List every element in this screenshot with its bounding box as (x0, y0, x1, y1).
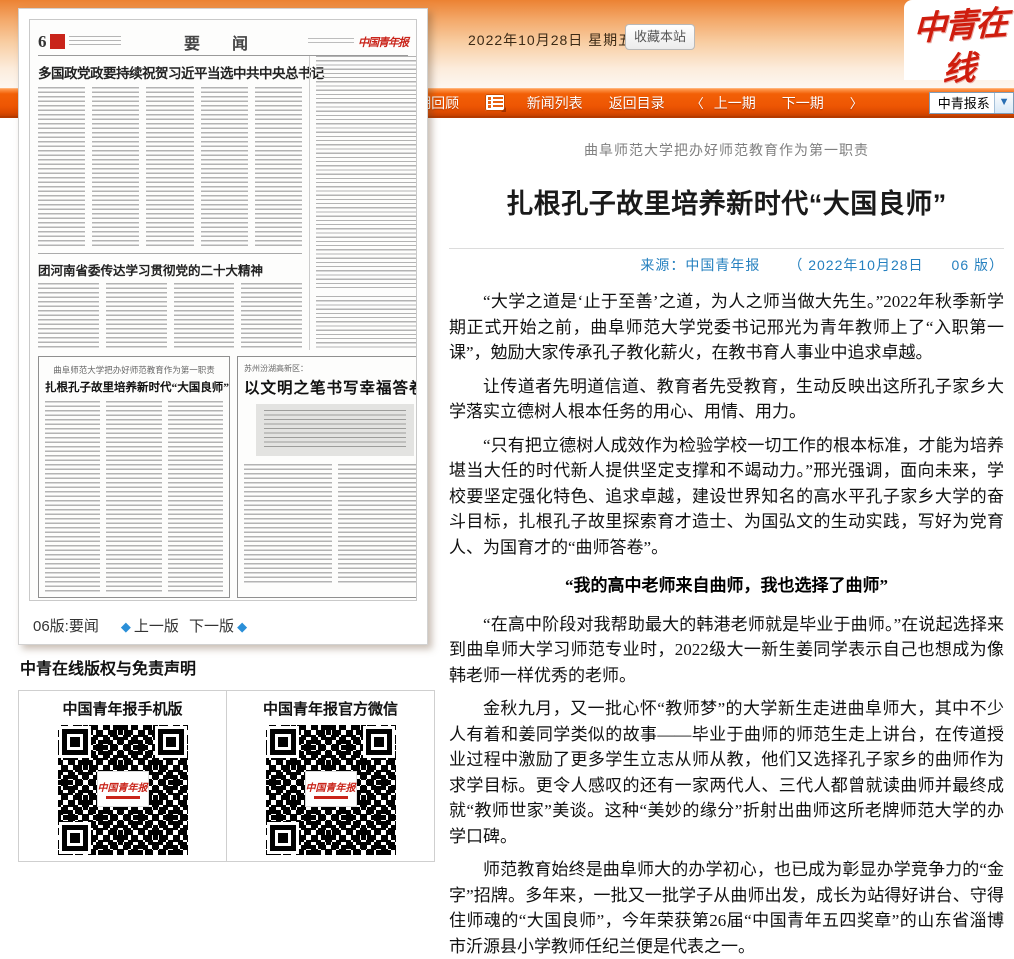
paragraph: 金秋九月，又一批心怀“教师梦”的大学新生走进曲阜师大，其中不少人有着和姜同学类似… (449, 696, 1004, 849)
next-page-link[interactable]: 下一版 (189, 618, 234, 635)
nav-next-issue[interactable]: 下一期 (782, 93, 824, 113)
qr-panel: 中国青年报手机版 中国青年报 中国青年报官方微信 中国青年报 (18, 690, 435, 862)
nav-back-to-contents[interactable]: 返回目录 (609, 93, 665, 113)
source-label: 来源：中国青年报 (640, 257, 760, 273)
article-divider (449, 248, 1004, 249)
qr-marker (270, 825, 296, 851)
nav-prev-issue[interactable]: 上一期 (714, 93, 756, 113)
side-text-lines (316, 296, 417, 350)
boxed-article-2-intro (256, 404, 414, 456)
newspaper-headline-2: 团河南省委传达学习贯彻党的二十大精神 (38, 258, 302, 283)
text-column (338, 464, 417, 584)
text-column (168, 401, 223, 593)
qr-cell-wechat: 中国青年报官方微信 中国青年报 (226, 691, 434, 861)
current-date: 2022年10月28日 星期五 (468, 30, 633, 50)
article-source-line: 来源：中国青年报 （ 2022年10月28日 06 版） (449, 255, 1004, 275)
article-1-columns (38, 87, 302, 247)
page-footer-nav: 06版:要闻◆上一版 下一版◆ (33, 615, 247, 636)
newspaper-preview-panel: 6 要 闻 中国青年报 多国政党政要持续祝贺习近平当选中共中央总书记 (18, 8, 428, 645)
qr-marker (270, 729, 296, 755)
boxed-article-1: 曲阜师范大学把办好师范教育作为第一职责 扎根孔子故里培养新时代“大国良师” (38, 356, 230, 598)
boxed-article-1-kicker: 曲阜师范大学把办好师范教育作为第一职责 (45, 364, 223, 376)
newspaper-headline-1: 多国政党政要持续祝贺习近平当选中共中央总书记 (38, 56, 302, 87)
qr-cell-mobile: 中国青年报手机版 中国青年报 (19, 691, 226, 861)
paragraph: 师范教育始终是曲阜师大的办学初心，也已成为彰显办学竞争力的“金字”招牌。多年来，… (449, 857, 1004, 959)
newspaper-body: 多国政党政要持续祝贺习近平当选中共中央总书记 团河南省委传达学习贯彻党的二十大精… (38, 56, 408, 350)
prev-page-link[interactable]: 上一版 (134, 618, 179, 635)
qr-wechat-title: 中国青年报官方微信 (227, 698, 434, 719)
text-column (255, 87, 302, 247)
prev-issue-icon[interactable]: 〈 (691, 93, 704, 112)
qr-logo-text: 中国青年报 (306, 779, 356, 794)
text-column (106, 283, 167, 349)
issue-page: 06 版） (952, 257, 1004, 273)
next-page-icon[interactable]: ◆ (237, 619, 247, 634)
boxed-article-2-headline: 以文明之笔书写幸福答卷 (244, 376, 417, 398)
qr-code-wechat: 中国青年报 (266, 725, 396, 855)
site-logo[interactable]: 中青在线 www.cyol.com (904, 0, 1014, 80)
chevron-down-icon: ▼ (994, 93, 1013, 113)
article-subhead: “我的高中老师来自曲师，我也选择了曲师” (449, 573, 1004, 599)
article-kicker: 曲阜师范大学把办好师范教育作为第一职责 (449, 140, 1004, 160)
boxed-article-2-kicker: 苏州汾湖高新区： (244, 363, 417, 374)
article-column: 曲阜师范大学把办好师范教育作为第一职责 扎根孔子故里培养新时代“大国良师” 来源… (437, 120, 1014, 906)
newspaper-bottom-boxes: 曲阜师范大学把办好师范教育作为第一职责 扎根孔子故里培养新时代“大国良师” 苏州… (38, 356, 408, 598)
article-title: 扎根孔子故里培养新时代“大国良师” (449, 182, 1004, 221)
article-body: “大学之道是‘止于至善’之道，为人之师当做大先生。”2022年秋季新学期正式开始… (449, 289, 1004, 959)
newspaper-page-image[interactable]: 6 要 闻 中国青年报 多国政党政要持续祝贺习近平当选中共中央总书记 (29, 19, 417, 601)
boxed-article-1-headline: 扎根孔子故里培养新时代“大国良师” (45, 379, 223, 395)
boxed-article-2-columns (244, 464, 417, 584)
qr-logo-underline (106, 796, 140, 799)
text-column (146, 87, 193, 247)
text-column (38, 283, 99, 349)
side-column-top: “中国取得的非凡成就令人钦佩” ——记外国嘉宾参观“奋进新时代”主题成就展 (316, 56, 417, 291)
qr-marker (62, 729, 88, 755)
text-column (106, 401, 161, 593)
issue-list-icon[interactable] (485, 94, 505, 111)
favorite-site-button[interactable]: 收藏本站 (625, 24, 695, 50)
qr-logo-underline (314, 796, 348, 799)
qr-center-logo: 中国青年报 (305, 771, 357, 807)
boxed-article-2: 苏州汾湖高新区： 以文明之笔书写幸福答卷 (237, 356, 417, 598)
qr-center-logo: 中国青年报 (97, 771, 149, 807)
paper-family-select[interactable]: 中青报系 ▼ (929, 92, 1014, 114)
prev-page-icon[interactable]: ◆ (121, 619, 131, 634)
cyol-logo-text: 中青在线 (903, 2, 1014, 96)
nav-news-list[interactable]: 新闻列表 (527, 93, 583, 113)
text-column (45, 401, 100, 593)
copyright-heading: 中青在线版权与免责声明 (20, 655, 196, 679)
paragraph: 让传道者先明道信道、教育者先受教育，生动反映出这所孔子家乡大学落实立德树人根本任… (449, 374, 1004, 425)
text-column (244, 464, 332, 584)
side-text-lines (316, 56, 417, 291)
qr-code-mobile: 中国青年报 (58, 725, 188, 855)
newspaper-side-column: “中国取得的非凡成就令人钦佩” ——记外国嘉宾参观“奋进新时代”主题成就展 (309, 56, 417, 350)
newspaper-section-name: 要 闻 (38, 30, 408, 54)
current-page-label: 06版:要闻 (33, 618, 99, 635)
qr-marker (366, 729, 392, 755)
text-column (201, 87, 248, 247)
text-column (92, 87, 139, 247)
boxed-article-1-columns (45, 401, 223, 593)
paragraph: “在高中阶段对我帮助最大的韩港老师就是毕业于曲师。”在说起选择来到曲阜师大学习师… (449, 612, 1004, 689)
qr-marker (158, 729, 184, 755)
column-divider (38, 253, 302, 254)
issue-date: （ 2022年10月28日 (788, 257, 923, 273)
qr-mobile-title: 中国青年报手机版 (19, 698, 226, 719)
qr-logo-text: 中国青年报 (98, 779, 148, 794)
page: 2022年10月28日 星期五 收藏本站 中青在线 www.cyol.com 往… (0, 0, 1014, 906)
newspaper-masthead: 6 要 闻 中国青年报 (38, 28, 408, 56)
paper-family-select-value: 中青报系 (930, 93, 994, 112)
text-column (174, 283, 235, 349)
paragraph: “只有把立德树人成效作为检验学校一切工作的根本标准，才能为培养堪当大任的时代新人… (449, 433, 1004, 561)
next-issue-icon[interactable]: 〉 (850, 93, 863, 112)
paragraph: “大学之道是‘止于至善’之道，为人之师当做大先生。”2022年秋季新学期正式开始… (449, 289, 1004, 366)
qr-marker (62, 825, 88, 851)
text-column (241, 283, 302, 349)
article-2-columns (38, 283, 302, 349)
newspaper-main-area: 多国政党政要持续祝贺习近平当选中共中央总书记 团河南省委传达学习贯彻党的二十大精… (38, 56, 302, 350)
text-column (38, 87, 85, 247)
